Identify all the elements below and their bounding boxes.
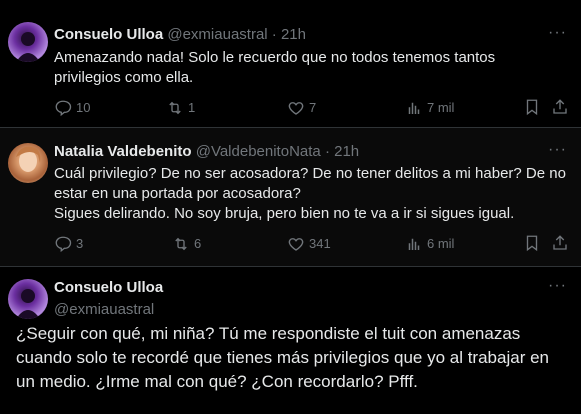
separator-dot: ·: [271, 26, 277, 43]
tweet-1[interactable]: Consuelo Ulloa @exmiauastral · 21h ··· A…: [0, 0, 581, 128]
reply-icon: [55, 236, 72, 253]
view-count: 7 mil: [427, 100, 455, 115]
heart-icon: [288, 238, 304, 251]
author-handle[interactable]: @ValdebenitoNata: [196, 143, 321, 160]
more-options-icon[interactable]: ···: [548, 142, 567, 158]
views-button[interactable]: 6 mil: [405, 234, 454, 254]
retweet-icon: [175, 237, 187, 251]
author-handle[interactable]: @exmiauastral: [54, 300, 154, 320]
timestamp[interactable]: 21h: [281, 26, 306, 43]
share-icon: [553, 235, 567, 250]
share-button[interactable]: [551, 234, 569, 252]
more-options-icon[interactable]: ···: [548, 25, 567, 41]
author-name[interactable]: Consuelo Ulloa: [54, 279, 163, 296]
author-name[interactable]: Natalia Valdebenito: [54, 143, 192, 160]
view-count: 6 mil: [427, 236, 455, 251]
retweet-button[interactable]: 6: [172, 234, 201, 254]
like-count: 7: [309, 100, 317, 115]
bookmark-button[interactable]: [523, 234, 541, 252]
avatar[interactable]: [8, 22, 48, 62]
like-button[interactable]: 7: [287, 98, 316, 118]
tweet-text-line2: Sigues delirando. No soy bruja, pero bie…: [54, 205, 515, 222]
share-button[interactable]: [551, 98, 569, 116]
tweet-text: Amenazando nada! Solo le recuerdo que no…: [54, 49, 496, 86]
retweet-icon: [169, 101, 181, 115]
tweet-text: Cuál privilegio? De no ser acosadora? De…: [54, 165, 566, 202]
tweet-text: ¿Seguir con qué, mi niña? Tú me respondi…: [16, 324, 549, 391]
reply-count: 10: [76, 100, 91, 115]
author-handle[interactable]: @exmiauastral: [167, 26, 267, 43]
retweet-count: 6: [194, 236, 202, 251]
author-name[interactable]: Consuelo Ulloa: [54, 26, 163, 43]
tweet-2[interactable]: Natalia Valdebenito @ValdebenitoNata · 2…: [0, 128, 581, 267]
bookmark-icon: [526, 235, 538, 252]
retweet-button[interactable]: 1: [166, 98, 195, 118]
separator-dot: ·: [324, 143, 330, 160]
avatar[interactable]: [8, 143, 48, 183]
bookmark-icon: [526, 99, 538, 116]
like-button[interactable]: 341: [287, 234, 331, 254]
more-options-icon[interactable]: ···: [548, 278, 567, 294]
views-icon: [408, 102, 420, 114]
share-icon: [553, 99, 567, 114]
reply-count: 3: [76, 236, 84, 251]
reply-button[interactable]: 10: [54, 98, 90, 118]
avatar[interactable]: [8, 279, 48, 319]
reply-button[interactable]: 3: [54, 234, 83, 254]
bookmark-button[interactable]: [523, 98, 541, 116]
retweet-count: 1: [188, 100, 196, 115]
heart-icon: [288, 102, 304, 115]
views-button[interactable]: 7 mil: [405, 98, 454, 118]
timestamp[interactable]: 21h: [334, 143, 359, 160]
like-count: 341: [309, 236, 331, 251]
views-icon: [408, 238, 420, 250]
reply-icon: [55, 100, 72, 117]
